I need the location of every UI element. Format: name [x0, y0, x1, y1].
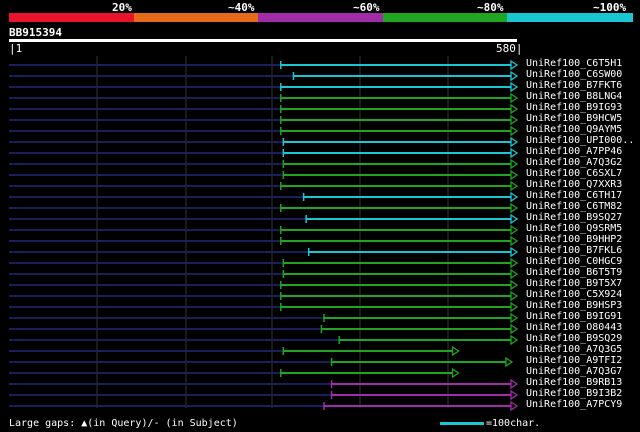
hit-end-arrow — [451, 345, 460, 357]
scale-percent-label: ~60% — [353, 1, 380, 14]
scale-segment — [507, 13, 633, 22]
hit-label[interactable]: UniRef100_C0HGC9 — [526, 256, 622, 267]
hit-label[interactable]: UniRef100_B9HHP2 — [526, 234, 622, 245]
hit-label[interactable]: UniRef100_C6TM82 — [526, 201, 622, 212]
hit-end-arrow — [510, 301, 519, 313]
hit-label[interactable]: UniRef100_B9RB13 — [526, 377, 622, 388]
hit-label[interactable]: UniRef100_C5X924 — [526, 289, 622, 300]
scale-segment — [382, 13, 509, 22]
hit-end-arrow — [510, 136, 519, 148]
hit-label[interactable]: UniRef100_B9IG91 — [526, 311, 622, 322]
hit-end-arrow — [510, 257, 519, 269]
scale-percent-label: ~80% — [477, 1, 504, 14]
hit-end-arrow — [510, 169, 519, 181]
hit-end-arrow — [510, 213, 519, 225]
hit-end-arrow — [510, 191, 519, 203]
hit-label[interactable]: UniRef100_Q7XXR3 — [526, 179, 622, 190]
hit-end-arrow — [510, 389, 519, 401]
hit-label[interactable]: UniRef100_B9HCW5 — [526, 113, 622, 124]
hit-label[interactable]: UniRef100_Q9SRM5 — [526, 223, 622, 234]
hit-label[interactable]: UniRef100_B9SQ27 — [526, 212, 622, 223]
blast-graphic-view: { "scale": [ {"label":"20%", "color":"#e… — [0, 0, 640, 432]
hit-end-arrow — [510, 290, 519, 302]
scale-segment — [258, 13, 384, 22]
hit-label[interactable]: UniRef100_B8LNG4 — [526, 91, 622, 102]
hit-label[interactable]: UniRef100_B9I3B2 — [526, 388, 622, 399]
hit-label[interactable]: UniRef100_B9HSP3 — [526, 300, 622, 311]
hit-end-arrow — [510, 323, 519, 335]
scale-legend-text: =100char. — [486, 418, 541, 429]
hit-label[interactable]: UniRef100_UPI000.. — [526, 135, 634, 146]
hit-label[interactable]: UniRef100_C6T5H1 — [526, 58, 622, 69]
scale-segment — [133, 13, 260, 22]
hit-label[interactable]: UniRef100_C6SW00 — [526, 69, 622, 80]
hit-end-arrow — [510, 268, 519, 280]
hit-end-arrow — [510, 180, 519, 192]
scale-percent-label: ~100% — [593, 1, 627, 14]
hit-end-arrow — [510, 103, 519, 115]
hit-end-arrow — [451, 367, 460, 379]
hit-end-arrow — [510, 246, 519, 258]
large-gaps-legend: Large gaps: ▲(in Query)/- (in Subject) — [9, 418, 238, 429]
hit-end-arrow — [510, 92, 519, 104]
hit-label[interactable]: UniRef100_B7FKT6 — [526, 80, 622, 91]
hit-end-arrow — [510, 400, 519, 412]
scale-legend-line — [440, 422, 484, 425]
hit-end-arrow — [510, 279, 519, 291]
hit-label[interactable]: UniRef100_B9SQ29 — [526, 333, 622, 344]
hit-end-arrow — [510, 125, 519, 137]
hit-label[interactable]: UniRef100_B7FKL6 — [526, 245, 622, 256]
hit-label[interactable]: UniRef100_A7PCY9 — [526, 399, 622, 410]
hit-end-arrow — [510, 158, 519, 170]
hit-end-arrow — [510, 312, 519, 324]
hit-label[interactable]: UniRef100_O80443 — [526, 322, 622, 333]
hit-end-arrow — [510, 70, 519, 82]
hit-end-arrow — [510, 59, 519, 71]
scale-percent-label: 20% — [112, 1, 132, 14]
hit-label[interactable]: UniRef100_B6T5T9 — [526, 267, 622, 278]
hit-end-arrow — [510, 114, 519, 126]
hit-label[interactable]: UniRef100_A7Q3G5 — [526, 344, 622, 355]
hit-label[interactable]: UniRef100_Q9AYM5 — [526, 124, 622, 135]
hit-label[interactable]: UniRef100_A9TFI2 — [526, 355, 622, 366]
hit-label[interactable]: UniRef100_A7Q3G7 — [526, 366, 622, 377]
hit-end-arrow — [510, 235, 519, 247]
scale-segment — [9, 13, 135, 22]
scale-percent-label: ~40% — [228, 1, 255, 14]
hit-label[interactable]: UniRef100_B9IG93 — [526, 102, 622, 113]
hit-end-arrow — [505, 356, 514, 368]
hit-end-arrow — [510, 147, 519, 159]
hit-label[interactable]: UniRef100_A7Q3G2 — [526, 157, 622, 168]
hit-end-arrow — [510, 81, 519, 93]
hit-end-arrow — [510, 334, 519, 346]
hit-label[interactable]: UniRef100_C6TH17 — [526, 190, 622, 201]
hit-end-arrow — [510, 378, 519, 390]
hit-end-arrow — [510, 202, 519, 214]
hit-end-arrow — [510, 224, 519, 236]
hit-label[interactable]: UniRef100_B9T5X7 — [526, 278, 622, 289]
hit-label[interactable]: UniRef100_C6SXL7 — [526, 168, 622, 179]
hit-label[interactable]: UniRef100_A7PP46 — [526, 146, 622, 157]
